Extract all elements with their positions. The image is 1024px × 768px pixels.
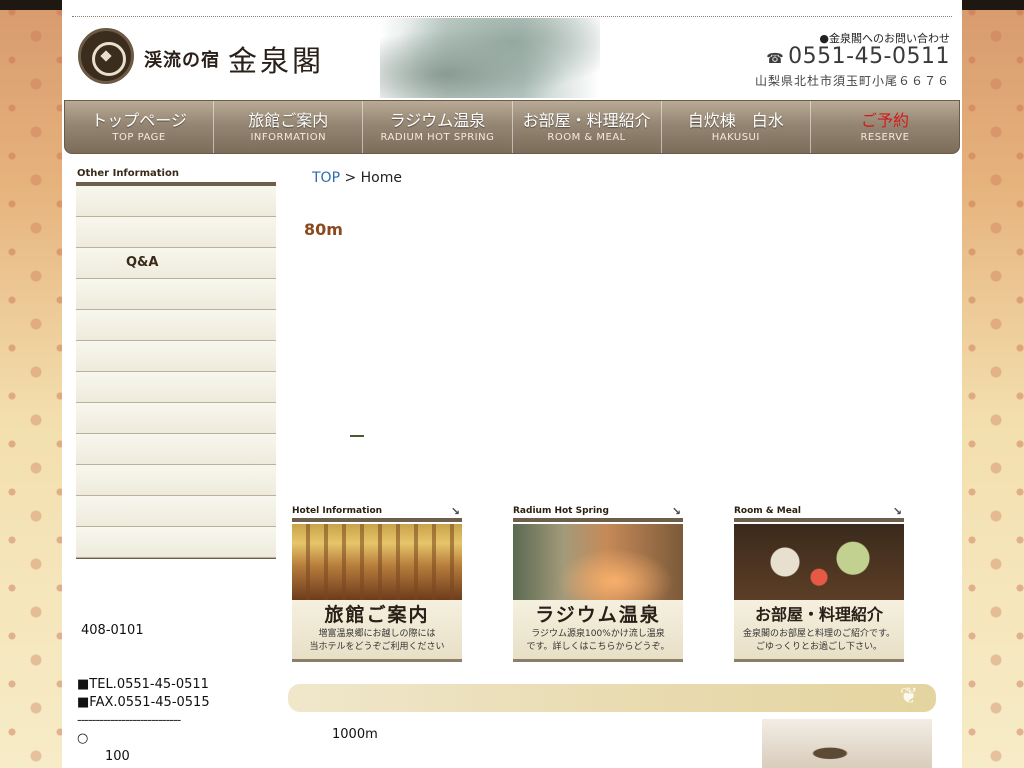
- nav-room-meal[interactable]: お部屋・料理紹介 ROOM & MEAL: [513, 101, 662, 153]
- sidebar-note: 100: [105, 749, 130, 764]
- feature-panel: 旅館ご案内 増富温泉郷にお越しの際には 当ホテルをどうぞご利用ください: [292, 600, 462, 662]
- nav-sublabel: INFORMATION: [250, 132, 327, 143]
- nav-sublabel: HAKUSUI: [711, 132, 760, 143]
- feature-panel: ラジウム温泉 ラジウム源泉100%かけ流し温泉 です。詳しくはこちらからどうぞ。: [513, 600, 683, 662]
- breadcrumb-current: Home: [360, 170, 402, 186]
- feature-panel: お部屋・料理紹介 金泉閣のお部屋と料理のご紹介です。 ごゆっくりとお過ごし下さい…: [734, 600, 904, 662]
- sidebar-item[interactable]: [76, 279, 276, 310]
- feature-label: お部屋・料理紹介: [754, 605, 883, 624]
- sidebar-item[interactable]: [76, 341, 276, 372]
- sidebar-menu: Q&A: [76, 182, 276, 559]
- sidebar-item[interactable]: [76, 465, 276, 496]
- nav-sublabel: TOP PAGE: [112, 132, 166, 143]
- feature-title: Room & Meal: [734, 506, 802, 516]
- feature-header: Hotel Information ↘: [292, 504, 462, 522]
- arrow-icon: ↘: [450, 504, 460, 518]
- sidebar-item[interactable]: [76, 403, 276, 434]
- feature-desc: です。詳しくはこちらからどうぞ。: [526, 642, 670, 652]
- meal-photo: [734, 524, 904, 600]
- header-stream-photo: [380, 18, 600, 98]
- crest-icon[interactable]: [78, 28, 134, 84]
- header-address: 山梨県北杜市須玉町小尾６６７６: [754, 74, 950, 88]
- sidebar-title: Other Information: [77, 168, 179, 179]
- nav-radium-hot-spring[interactable]: ラジウム温泉 RADIUM HOT SPRING: [363, 101, 513, 153]
- hotel-hall-photo: [292, 524, 462, 600]
- sidebar-divider: ----------------------------: [77, 713, 181, 728]
- bullet-icon: ○: [77, 731, 89, 746]
- page-container: 渓流の宿 金泉閣 ●金泉閣へのお問い合わせ ☎ 0551-45-0511 山梨県北…: [62, 0, 962, 768]
- feature-header: Radium Hot Spring ↘: [513, 504, 683, 522]
- feature-room-meal[interactable]: Room & Meal ↘ お部屋・料理紹介 金泉閣のお部屋と料理のご紹介です。…: [734, 504, 904, 670]
- nav-sublabel: RESERVE: [860, 132, 910, 143]
- feature-title: Hotel Information: [292, 506, 383, 516]
- feature-desc: ごゆっくりとお過ごし下さい。: [755, 642, 882, 652]
- feature-desc: 増富温泉郷にお越しの際には: [318, 629, 436, 639]
- feature-header: Room & Meal ↘: [734, 504, 904, 522]
- feature-hotel-information[interactable]: Hotel Information ↘ 旅館ご案内 増富温泉郷にお越しの際には …: [292, 504, 462, 670]
- nav-top-page[interactable]: トップページ TOP PAGE: [65, 101, 215, 153]
- nav-label: ラジウム温泉: [389, 111, 486, 130]
- breadcrumb-separator: >: [344, 170, 357, 186]
- header-phone: ☎ 0551-45-0511: [766, 44, 950, 69]
- nav-hakusui[interactable]: 自炊棟 白水 HAKUSUI: [662, 101, 811, 153]
- logo-subtitle[interactable]: 渓流の宿: [144, 46, 220, 72]
- nav-reserve[interactable]: ご予約 RESERVE: [811, 101, 959, 153]
- section-divider-band: [288, 684, 936, 712]
- nav-information[interactable]: 旅館ご案内 INFORMATION: [214, 101, 364, 153]
- sidebar-item-qa[interactable]: Q&A: [76, 248, 276, 279]
- breadcrumb: TOP > Home: [312, 170, 402, 186]
- site-header: 渓流の宿 金泉閣 ●金泉閣へのお問い合わせ ☎ 0551-45-0511 山梨県北…: [62, 0, 962, 100]
- sidebar-item[interactable]: [76, 186, 276, 217]
- sidebar-item[interactable]: [76, 217, 276, 248]
- feature-desc: 金泉閣のお部屋と料理のご紹介です。: [742, 629, 896, 639]
- main-nav: トップページ TOP PAGE 旅館ご案内 INFORMATION ラジウム温泉…: [64, 100, 960, 154]
- phone-number: 0551-45-0511: [788, 44, 950, 69]
- hot-spring-photo: [513, 524, 683, 600]
- header-dotted-line: [72, 16, 952, 17]
- zip-code: 408-0101: [81, 623, 144, 638]
- distance-text: 1000m: [332, 727, 378, 742]
- sidebar-tel: ■TEL.0551-45-0511: [77, 677, 209, 692]
- sidebar-contact: 408-0101 ■TEL.0551-45-0511 ■FAX.0551-45-…: [77, 622, 210, 766]
- sidebar-item[interactable]: [76, 310, 276, 341]
- nav-label: トップページ: [91, 111, 187, 130]
- phone-icon: ☎: [766, 51, 785, 67]
- feature-radium-hot-spring[interactable]: Radium Hot Spring ↘ ラジウム温泉 ラジウム源泉100%かけ流…: [513, 504, 683, 670]
- decorative-dash: [350, 435, 364, 437]
- sidebar-item[interactable]: [76, 527, 276, 558]
- feature-label: 旅館ご案内: [324, 604, 430, 626]
- nav-sublabel: ROOM & MEAL: [547, 132, 626, 143]
- nav-label: お部屋・料理紹介: [522, 111, 651, 130]
- nav-label: ご予約: [860, 111, 909, 130]
- nav-label: 自炊棟 白水: [687, 111, 784, 130]
- feature-title: Radium Hot Spring: [513, 506, 609, 516]
- page-heading: 80m: [304, 220, 343, 239]
- nav-label: 旅館ご案内: [248, 111, 329, 130]
- sidebar-fax: ■FAX.0551-45-0515: [77, 695, 210, 710]
- arrow-icon: ↘: [671, 504, 681, 518]
- nav-sublabel: RADIUM HOT SPRING: [380, 132, 495, 143]
- feature-label: ラジウム温泉: [535, 604, 661, 626]
- feature-desc: 当ホテルをどうぞご利用ください: [309, 642, 445, 652]
- arrow-icon: ↘: [892, 504, 902, 518]
- sidebar-item[interactable]: [76, 496, 276, 527]
- breadcrumb-top-link[interactable]: TOP: [312, 170, 340, 186]
- logo-title[interactable]: 金泉閣: [228, 38, 324, 80]
- dish-photo: [762, 719, 932, 768]
- sidebar-item[interactable]: [76, 372, 276, 403]
- feature-desc: ラジウム源泉100%かけ流し温泉: [531, 629, 665, 639]
- sidebar-item[interactable]: [76, 434, 276, 465]
